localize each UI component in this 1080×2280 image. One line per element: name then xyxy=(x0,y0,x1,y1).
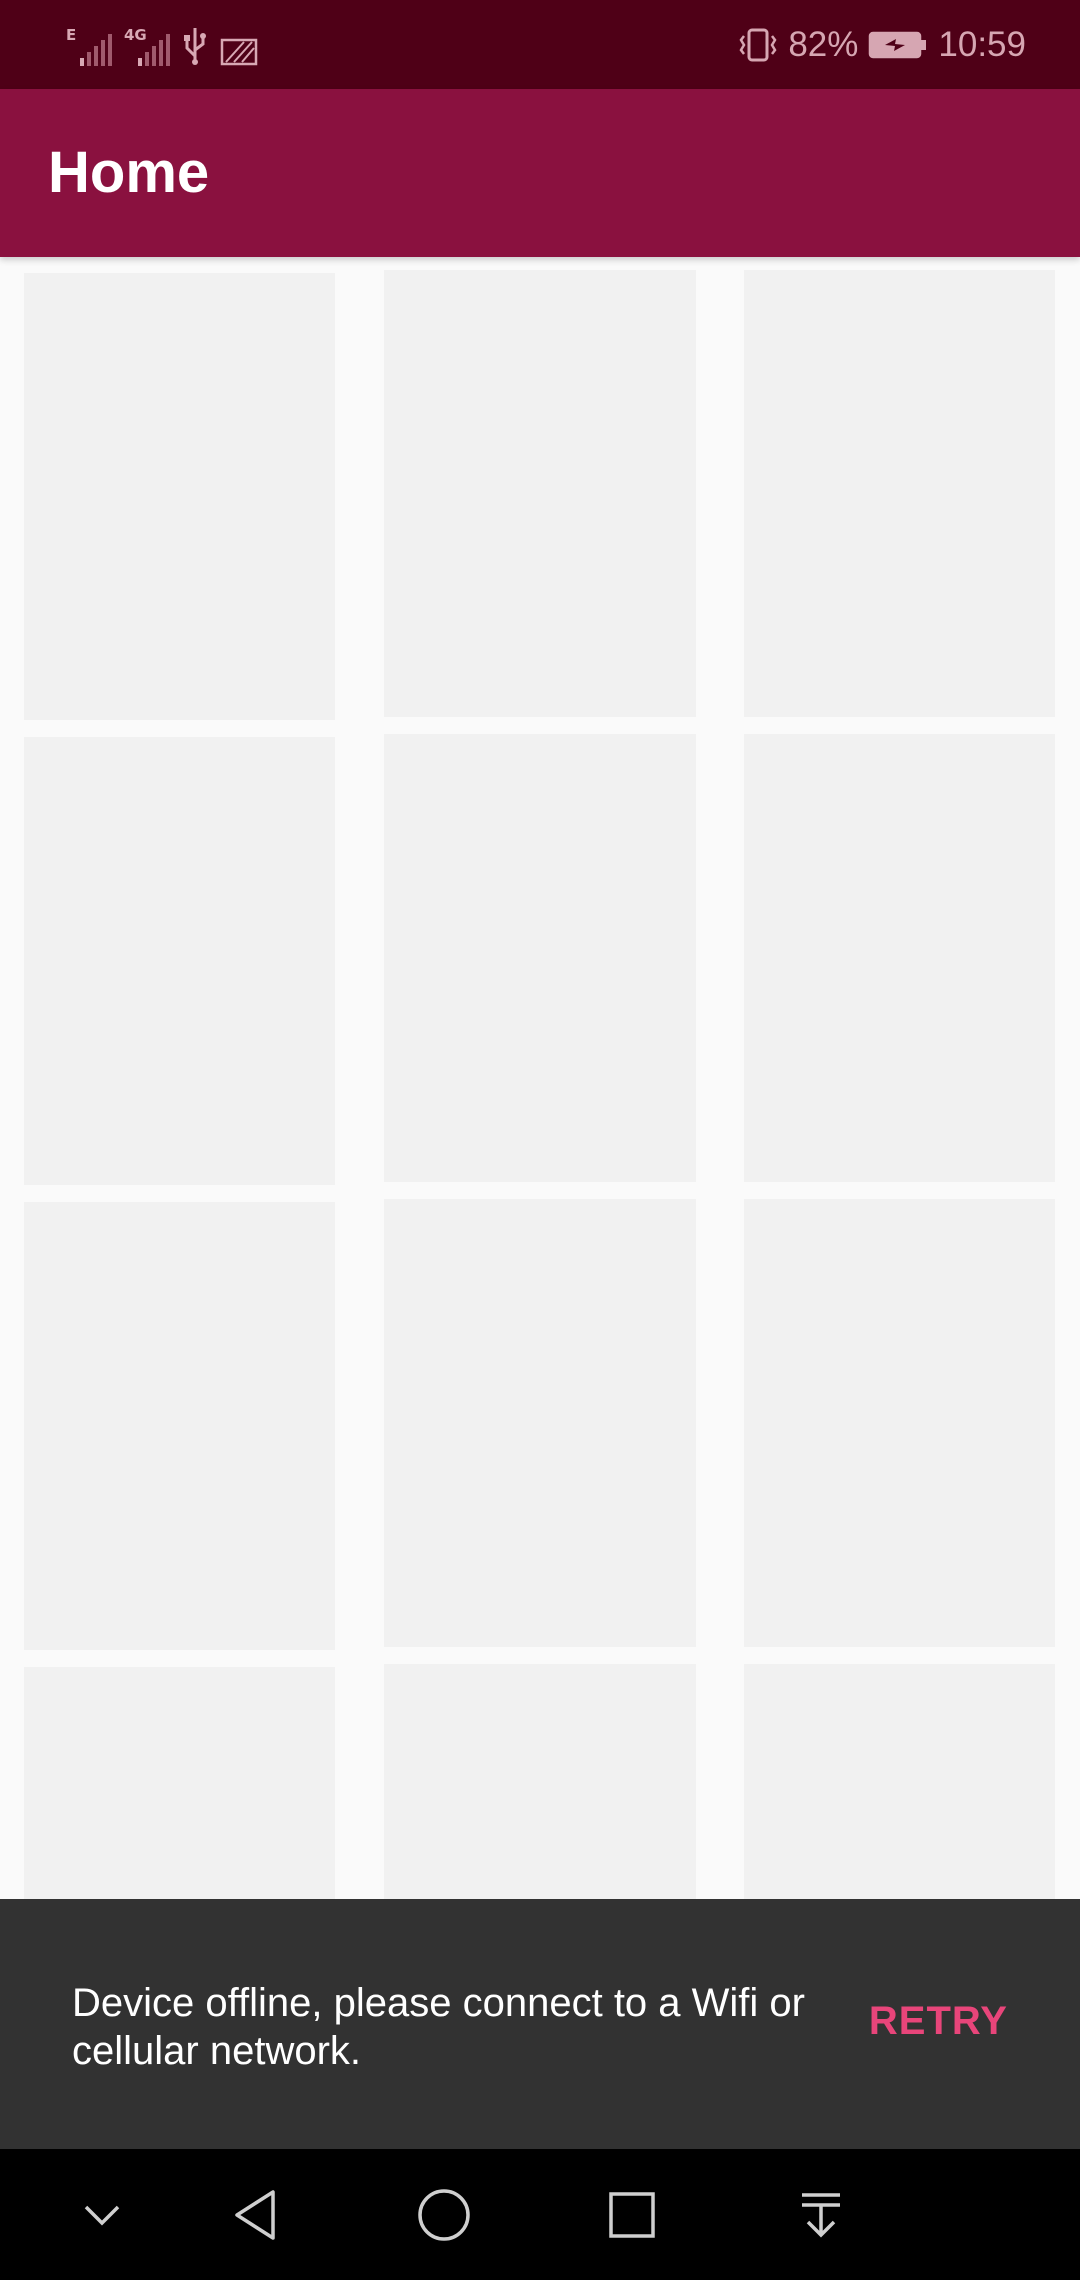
navigation-bar xyxy=(0,2149,1080,2280)
content-grid xyxy=(0,257,1080,1899)
recents-icon[interactable] xyxy=(594,2177,670,2253)
retry-button[interactable]: RETRY xyxy=(869,1999,1008,2044)
placeholder-tile[interactable] xyxy=(744,1199,1055,1647)
signal-icon: 4G xyxy=(124,26,170,66)
app-bar: Home xyxy=(0,89,1080,257)
battery-percent: 82% xyxy=(788,24,859,64)
placeholder-tile[interactable] xyxy=(384,1664,696,1899)
placeholder-tile[interactable] xyxy=(24,1202,335,1650)
placeholder-tile[interactable] xyxy=(384,270,696,717)
home-icon[interactable] xyxy=(406,2177,482,2253)
status-left-icons: E 4G xyxy=(66,22,258,66)
placeholder-tile[interactable] xyxy=(384,734,696,1182)
battery-charging-icon xyxy=(869,31,927,58)
placeholder-tile[interactable] xyxy=(384,1199,696,1647)
placeholder-tile[interactable] xyxy=(24,737,335,1185)
signal-icon: E xyxy=(66,26,112,66)
placeholder-tile[interactable] xyxy=(744,1664,1055,1899)
placeholder-tile[interactable] xyxy=(24,1667,335,1899)
status-bar: E 4G 82% 10:59 xyxy=(0,0,1080,89)
hide-nav-icon[interactable] xyxy=(64,2177,140,2253)
placeholder-tile[interactable] xyxy=(744,270,1055,717)
clock: 10:59 xyxy=(938,24,1026,64)
page-title: Home xyxy=(48,140,210,205)
placeholder-tile[interactable] xyxy=(24,273,335,720)
status-right-icons: 82% 10:59 xyxy=(738,0,1026,89)
network-type-label: E xyxy=(66,26,77,44)
snackbar-message: Device offline, please connect to a Wifi… xyxy=(72,1981,805,2073)
back-icon[interactable] xyxy=(218,2177,294,2253)
notification-pull-icon[interactable] xyxy=(783,2177,859,2253)
placeholder-tile[interactable] xyxy=(744,734,1055,1182)
home-screen: E 4G 82% 10:59 Home Device offline, plea… xyxy=(0,0,1080,2280)
usb-icon xyxy=(184,28,206,65)
offline-snackbar: Device offline, please connect to a Wifi… xyxy=(0,1899,1080,2149)
vibrate-icon xyxy=(739,28,777,61)
no-sim-icon xyxy=(220,38,258,66)
